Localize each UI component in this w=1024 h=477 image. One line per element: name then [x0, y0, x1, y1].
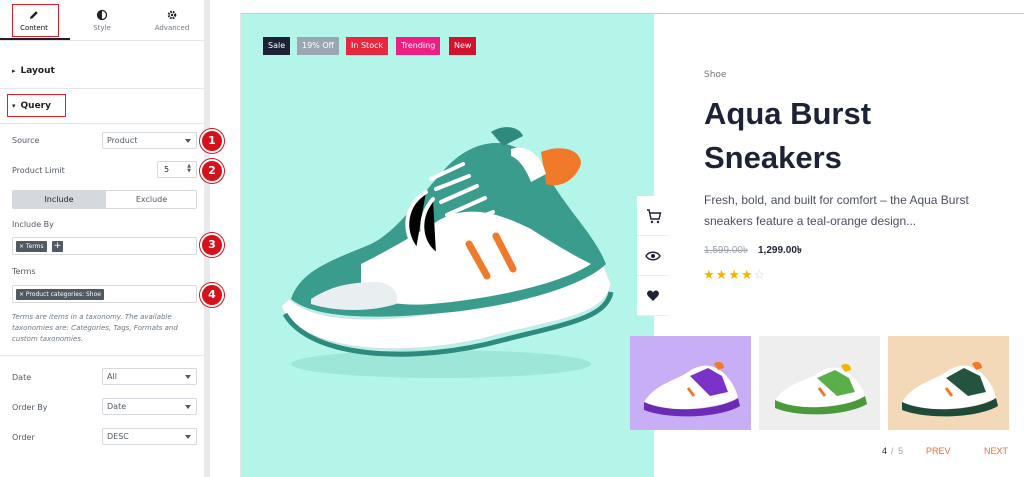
star-rating: ★★★★☆ [703, 268, 766, 283]
tab-style[interactable]: Style [68, 0, 136, 40]
order-by-value: Date [107, 402, 127, 411]
include-by-field[interactable]: × Terms + [12, 237, 197, 255]
include-exclude-toggle: Include Exclude [12, 190, 197, 209]
product-description: Fresh, bold, and built for comfort – the… [704, 193, 969, 228]
tab-advanced[interactable]: Advanced [138, 0, 206, 40]
next-button[interactable]: NEXT [984, 446, 1008, 456]
product-hero-image[interactable] [241, 14, 654, 477]
caret-right-icon: ▸ [12, 67, 16, 75]
add-to-cart-button[interactable] [637, 196, 669, 236]
tab-advanced-label: Advanced [154, 24, 190, 32]
callout-marker: 3 [200, 233, 224, 257]
order-label: Order [12, 433, 35, 442]
date-select[interactable]: All [102, 368, 197, 385]
divider [0, 355, 206, 356]
regular-price: 1,599.00৳ [704, 245, 748, 256]
order-by-label: Order By [12, 403, 48, 412]
sneaker-thumbnail [902, 361, 998, 417]
section-layout[interactable]: ▸ Layout [12, 66, 55, 76]
chevron-down-icon [185, 375, 191, 379]
chevron-down-icon [185, 435, 191, 439]
star-icon: ★ [703, 268, 716, 283]
badge-sale: Sale [263, 37, 291, 55]
active-tab-indicator [0, 38, 70, 40]
quick-view-button[interactable] [637, 236, 669, 276]
half-circle-icon [96, 9, 108, 21]
heart-icon [647, 290, 659, 301]
panel-tabs: Content Style Advanced [0, 0, 206, 41]
editor-panel: Content Style Advanced ▸ Layout ▾ Query So… [0, 0, 206, 477]
pager-total: 5 [898, 446, 904, 456]
caret-down-icon: ▾ [12, 102, 16, 110]
eye-icon [645, 251, 661, 261]
sneaker-thumbnail [775, 363, 867, 415]
product-limit-input[interactable]: 5 ▲ ▼ [157, 161, 197, 178]
order-select[interactable]: DESC [102, 428, 197, 445]
prev-button[interactable]: PREV [926, 446, 951, 456]
wishlist-button[interactable] [637, 276, 669, 316]
terms-help-text: Terms are items in a taxonomy. The avail… [12, 313, 178, 343]
star-empty-icon: ☆ [753, 268, 767, 283]
badge-in-stock: In Stock [346, 37, 389, 55]
tab-style-label: Style [93, 24, 111, 32]
content-tab-highlight [12, 4, 59, 37]
product-category[interactable]: Shoe [704, 70, 726, 80]
source-select[interactable]: Product [102, 132, 197, 149]
star-icon: ★ [740, 268, 754, 283]
pager-current: 4 [882, 446, 888, 456]
sneaker-illustration [280, 127, 614, 378]
divider [0, 123, 206, 124]
section-layout-label: Layout [20, 66, 55, 76]
badge-new: New [449, 37, 477, 55]
order-value: DESC [107, 432, 129, 441]
callout-marker: 4 [200, 283, 224, 307]
callout-marker: 2 [200, 159, 224, 183]
terms-tag[interactable]: × Terms [16, 241, 47, 252]
callout-marker: 1 [200, 129, 224, 153]
section-query[interactable]: ▾ Query [12, 101, 51, 111]
stepper-arrows-icon[interactable]: ▲ ▼ [187, 164, 191, 174]
badge-trending: Trending [396, 37, 441, 55]
thumbnail-dark-green-sneaker[interactable] [888, 336, 1009, 430]
include-button[interactable]: Include [13, 191, 105, 208]
star-icon: ★ [728, 268, 741, 283]
badge-discount: 19% Off [297, 37, 340, 55]
date-label: Date [12, 373, 32, 382]
gear-icon [167, 10, 177, 20]
thumbnail-purple-sneaker[interactable] [630, 336, 751, 430]
add-icon[interactable]: + [52, 241, 63, 252]
terms-label: Terms [12, 267, 36, 276]
source-label: Source [12, 136, 40, 145]
product-limit-value: 5 [164, 165, 170, 174]
cart-icon [647, 209, 662, 224]
chevron-down-icon [185, 405, 191, 409]
divider [0, 88, 206, 89]
section-query-label: Query [20, 101, 51, 111]
order-by-select[interactable]: Date [102, 398, 197, 415]
thumbnail-green-sneaker[interactable] [759, 336, 880, 430]
star-icon: ★ [715, 268, 729, 283]
include-by-label: Include By [12, 220, 54, 229]
terms-field[interactable]: × Product categories: Shoe [12, 285, 197, 303]
chevron-down-icon [185, 139, 191, 143]
sneaker-thumbnail [644, 361, 740, 417]
source-value: Product [107, 136, 138, 145]
pager-separator: / [891, 446, 894, 456]
product-limit-label: Product Limit [12, 166, 65, 175]
product-title[interactable]: Aqua Burst Sneakers [704, 92, 1004, 180]
date-value: All [107, 372, 117, 381]
sale-price: 1,299.00৳ [758, 245, 802, 256]
product-category-tag[interactable]: × Product categories: Shoe [16, 289, 104, 300]
exclude-button[interactable]: Exclude [105, 191, 197, 208]
